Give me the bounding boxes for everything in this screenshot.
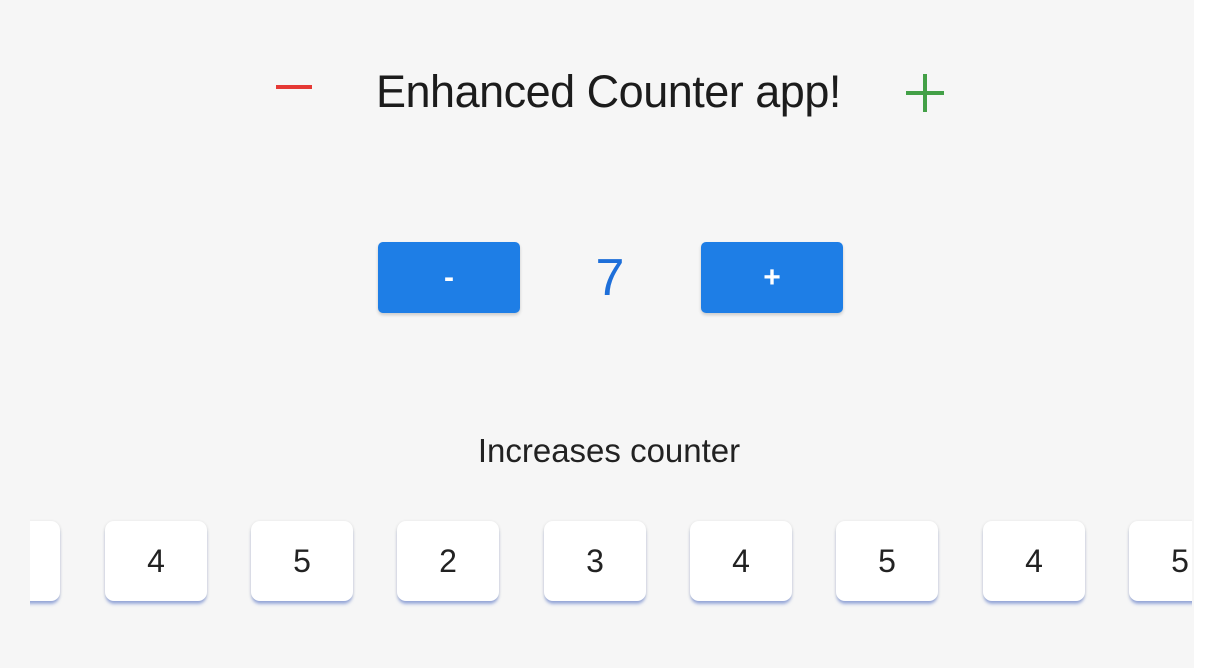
history-chip: 4 — [983, 521, 1085, 601]
increment-button[interactable]: + — [701, 242, 843, 313]
history-chip: 5 — [1129, 521, 1192, 601]
history-list[interactable]: 4 5 2 3 4 5 4 5 — [30, 510, 1192, 620]
history-chip: 4 — [105, 521, 207, 601]
app-title: Enhanced Counter app! — [376, 66, 841, 117]
history-chip: 3 — [544, 521, 646, 601]
counter-value: 7 — [595, 249, 625, 307]
history-chip — [30, 521, 60, 601]
history-caption: Increases counter — [477, 432, 741, 469]
header: Enhanced Counter app! — [0, 52, 1194, 142]
decrement-button[interactable]: - — [378, 242, 520, 313]
app-screen: Enhanced Counter app! - 7 + Increases co… — [0, 0, 1194, 668]
history-chip: 5 — [836, 521, 938, 601]
history-chip: 4 — [690, 521, 792, 601]
plus-icon-vertical-bar — [923, 74, 927, 112]
plus-icon[interactable] — [906, 74, 944, 112]
history-chip: 5 — [251, 521, 353, 601]
minus-icon[interactable] — [276, 85, 312, 89]
history-chip: 2 — [397, 521, 499, 601]
